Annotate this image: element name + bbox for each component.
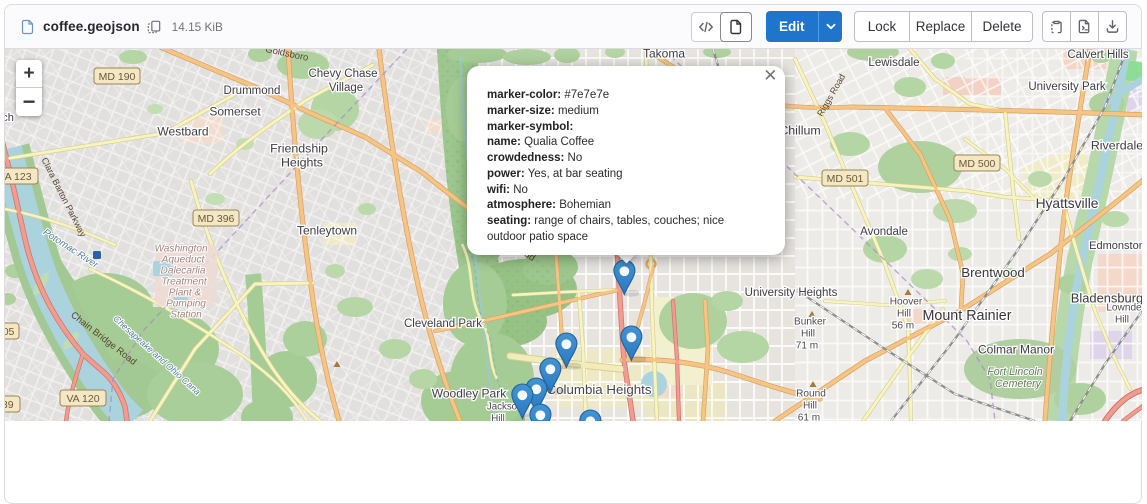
svg-text:Takoma: Takoma: [643, 49, 685, 60]
svg-text:University Heights: University Heights: [745, 287, 838, 299]
svg-text:Chillum: Chillum: [779, 123, 820, 137]
svg-text:Dalecarlia: Dalecarlia: [161, 266, 206, 277]
svg-text:56 m: 56 m: [892, 321, 914, 332]
svg-text:VA 123: VA 123: [5, 171, 32, 183]
svg-text:Village: Village: [329, 82, 363, 94]
svg-text:Lewisdale: Lewisdale: [868, 57, 919, 69]
svg-text:Cemetery: Cemetery: [995, 378, 1042, 390]
svg-text:Somerset: Somerset: [209, 104, 261, 118]
svg-text:Lownde: Lownde: [1106, 303, 1142, 314]
svg-text:Hill: Hill: [897, 309, 911, 320]
svg-text:Bunker: Bunker: [794, 317, 827, 328]
svg-text:Friendship: Friendship: [270, 141, 328, 155]
svg-text:Hill: Hill: [1115, 315, 1129, 326]
svg-text:Hoover: Hoover: [890, 297, 923, 308]
svg-text:Chevy Chase: Chevy Chase: [308, 68, 377, 80]
svg-text:Calvert Hills: Calvert Hills: [1067, 49, 1129, 61]
svg-text:Hill: Hill: [801, 329, 815, 340]
svg-text:Colmar Manor: Colmar Manor: [978, 342, 1054, 356]
svg-text:ch: ch: [5, 112, 14, 124]
svg-text:71 m: 71 m: [796, 341, 818, 352]
svg-text:Fort Lincoln: Fort Lincoln: [987, 366, 1042, 378]
svg-text:MD 405: MD 405: [5, 326, 15, 338]
svg-text:Avondale: Avondale: [860, 226, 908, 238]
svg-text:MD 500: MD 500: [959, 158, 996, 170]
svg-text:Round: Round: [796, 389, 826, 400]
svg-text:VA 139: VA 139: [5, 399, 14, 411]
svg-text:Hill: Hill: [803, 401, 817, 412]
svg-text:MD 396: MD 396: [198, 213, 235, 225]
svg-text:Brentwood: Brentwood: [961, 265, 1025, 280]
svg-text:Drummond: Drummond: [224, 85, 281, 97]
svg-text:Edmonston: Edmonston: [1089, 240, 1142, 252]
svg-text:MD 190: MD 190: [99, 71, 136, 83]
svg-text:Heights: Heights: [281, 155, 323, 169]
svg-text:Tenleytown: Tenleytown: [297, 223, 357, 237]
svg-text:Aqueduct: Aqueduct: [161, 255, 206, 266]
svg-text:Westbard: Westbard: [157, 124, 208, 138]
svg-text:VA 120: VA 120: [66, 393, 99, 405]
svg-text:Plant &: Plant &: [169, 288, 202, 299]
svg-text:Woodley Park: Woodley Park: [432, 386, 507, 400]
svg-text:Cleveland Park: Cleveland Park: [404, 318, 482, 330]
svg-text:MD 501: MD 501: [827, 173, 864, 185]
svg-text:University Park: University Park: [1028, 81, 1106, 93]
svg-text:Treatment: Treatment: [161, 277, 207, 288]
svg-text:Hyattsville: Hyattsville: [1036, 196, 1099, 211]
svg-text:Riverdale: Riverdale: [1091, 138, 1142, 152]
svg-text:Washington: Washington: [154, 244, 208, 255]
svg-text:Mount Rainier: Mount Rainier: [923, 308, 1012, 324]
svg-text:Pumping: Pumping: [166, 299, 206, 310]
svg-text:Station: Station: [170, 310, 202, 321]
